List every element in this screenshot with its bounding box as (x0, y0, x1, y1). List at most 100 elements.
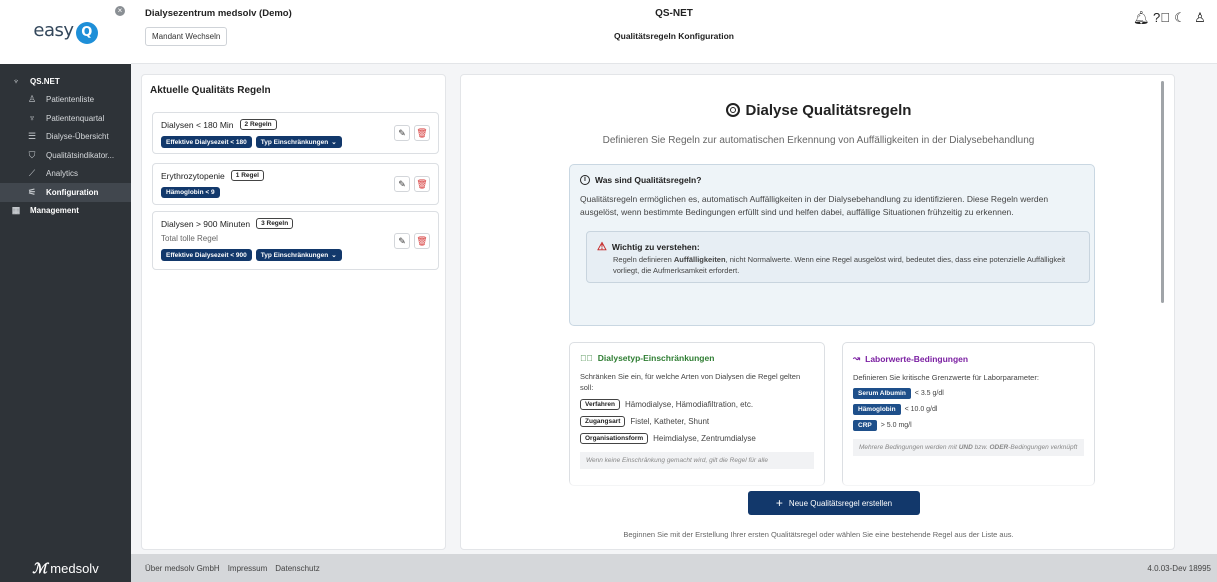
rules-title: Aktuelle Qualitäts Regeln (150, 85, 271, 96)
tenant-name: Dialysezentrum medsolv (Demo) (145, 8, 292, 19)
rule-card-3[interactable]: Dialysen > 900 Minuten 3 Regeln Total to… (152, 211, 439, 270)
edit-rule-button[interactable]: ✎ (394, 232, 410, 249)
rule-name-row: Dialysen > 900 Minuten 3 Regeln (161, 218, 430, 229)
rule-actions: ✎ 🗑︎ (394, 176, 430, 192)
medsolv-logo-icon: ℳ (32, 559, 48, 576)
footer-link-about[interactable]: Über medsolv GmbH (145, 564, 220, 573)
switch-tenant-button[interactable]: Mandant Wechseln (145, 27, 228, 46)
trend-icon: ↝ (853, 353, 861, 363)
chevron-down-icon: ⌄ (331, 252, 337, 259)
dialysis-type-heading: ✓⃝ Dialysetyp-Einschränkungen (580, 353, 715, 363)
sidebar-item-management[interactable]: ▦ Management (0, 202, 131, 221)
logo-area: easy Q × (0, 0, 131, 64)
rule-description: Total tolle Regel (161, 234, 218, 243)
sidebar-item-patientenquartal[interactable]: ♆ Patientenquartal (0, 109, 131, 128)
warning-icon: ⚠ (597, 241, 607, 253)
rule-card-1[interactable]: Dialysen < 180 Min 2 Regeln Effektive Di… (152, 112, 439, 154)
chevron-down-icon: ⌄ (331, 139, 337, 146)
hint-text: Beginnen Sie mit der Erstellung Ihrer er… (623, 530, 1014, 539)
main-panel: Dialyse Qualitätsregeln Definieren Sie R… (460, 74, 1175, 550)
info-text: Qualitätsregeln ermöglichen es, automati… (580, 194, 1049, 217)
footer-links: Über medsolv GmbH Impressum Datenschutz (145, 564, 320, 573)
lab-row: CRP > 5.0 mg/l (853, 420, 1084, 431)
delete-rule-button[interactable]: 🗑︎ (414, 176, 430, 192)
sidebar-item-qualitaetsindikator[interactable]: ⛉ Qualitätsindikator... (0, 146, 131, 165)
info-icon: i (580, 175, 590, 185)
list-icon: ☰ (27, 131, 37, 142)
sliders-icon: ⚟ (27, 186, 37, 197)
app-title: QS-NET (655, 8, 693, 19)
rule-actions: ✎ 🗑︎ (394, 125, 430, 141)
bell-icon[interactable]: 🔔︎ (1133, 10, 1150, 26)
lab-note: Mehrere Bedingungen werden mit UND bzw. … (853, 439, 1084, 456)
sidebar-item-analytics[interactable]: ⟋ Analytics (0, 165, 131, 184)
edit-rule-button[interactable]: ✎ (394, 176, 410, 192)
lab-values-heading: ↝ Laborwerte-Bedingungen (853, 353, 969, 364)
lab-values-description: Definieren Sie kritische Grenzwerte für … (853, 373, 1039, 382)
main-subtitle: Definieren Sie Regeln zur automatischen … (602, 135, 1035, 146)
lab-values-card: ↝ Laborwerte-Bedingungen Definieren Sie k… (842, 342, 1095, 486)
header: QS-NET Qualitätsregeln Konfiguration Dia… (131, 0, 1217, 64)
scroll-fade (461, 480, 1161, 488)
check-circle-icon: ✓⃝ (580, 353, 593, 363)
user-icon[interactable]: ♙ (1193, 10, 1207, 26)
main-title: Dialyse Qualitätsregeln (461, 102, 1174, 119)
chart-icon: ⟋ (28, 168, 36, 179)
header-icons: 🔔︎ ?⃝ ☾ ♙ (1133, 10, 1207, 26)
lab-row: Hämoglobin < 10.0 g/dl (853, 404, 1084, 415)
type-restrictions-chip[interactable]: Typ Einschränkungen ⌄ (255, 249, 342, 261)
type-restrictions-chip[interactable]: Typ Einschränkungen ⌄ (255, 136, 342, 148)
create-rule-button[interactable]: + Neue Qualitätsregel erstellen (748, 491, 920, 515)
sidebar-item-patientenliste[interactable]: ♙ Patientenliste (0, 91, 131, 110)
rules-panel: Aktuelle Qualitäts Regeln Dialysen < 180… (141, 74, 446, 550)
header-left: Dialysezentrum medsolv (Demo) Mandant We… (145, 8, 292, 46)
footer-link-datenschutz[interactable]: Datenschutz (275, 564, 319, 573)
delete-rule-button[interactable]: 🗑︎ (414, 125, 430, 141)
dialysis-type-description: Schränken Sie ein, für welche Arten von … (580, 372, 801, 392)
type-row: Verfahren Hämodialyse, Hämodiafiltration,… (580, 399, 814, 410)
rule-chips: Effektive Dialysezeit < 180 Typ Einschrä… (161, 136, 430, 148)
rule-chip: Hämoglobin < 9 (161, 187, 220, 198)
rule-name: Dialysen > 900 Minuten (161, 218, 251, 229)
type-row: Organisationsform Heimdialyse, Zentrumdia… (580, 433, 814, 444)
rule-chips: Effektive Dialysezeit < 900 Typ Einschrä… (161, 249, 430, 261)
building-icon: ▦ (11, 205, 21, 216)
sidebar-item-dialyse-uebersicht[interactable]: ☰ Dialyse-Übersicht (0, 128, 131, 147)
sidebar-item-konfiguration[interactable]: ⚟ Konfiguration (0, 183, 131, 202)
rule-chip: Effektive Dialysezeit < 180 (161, 136, 252, 148)
footer-brand: ℳmedsolv (0, 554, 131, 582)
qs-net-icon: ♆ (12, 76, 20, 87)
warning-heading: ⚠ Wichtig zu verstehen: (597, 241, 700, 253)
type-row: Zugangsart Fistel, Katheter, Shunt (580, 416, 814, 427)
rule-name-row: Dialysen < 180 Min 2 Regeln (161, 119, 430, 130)
dialysis-type-card: ✓⃝ Dialysetyp-Einschränkungen Schränken S… (569, 342, 825, 486)
delete-rule-button[interactable]: 🗑︎ (414, 232, 430, 249)
help-icon[interactable]: ?⃝ (1153, 10, 1170, 26)
shield-check-icon: ⛉ (28, 149, 36, 160)
header-center: QS-NET Qualitätsregeln Konfiguration (131, 8, 1217, 41)
rule-count-badge: 2 Regeln (239, 119, 277, 130)
sidebar-nav: ♆ QS.NET ♙ Patientenliste ♆ Patientenquarta… (0, 64, 131, 220)
plus-icon: + (775, 496, 783, 510)
rule-card-2[interactable]: Erythrozytopenie 1 Regel Hämoglobin < 9 … (152, 163, 439, 205)
warning-text: Regeln definieren Auffälligkeiten, nicht… (613, 255, 1066, 275)
rule-name: Erythrozytopenie (161, 170, 225, 181)
rule-actions: ✎ 🗑︎ (394, 232, 430, 249)
target-icon (725, 103, 740, 117)
rule-count-badge: 1 Regel (230, 170, 264, 181)
version-label: 4.0.03-Dev 18995 (1147, 564, 1211, 573)
rule-name-row: Erythrozytopenie 1 Regel (161, 170, 430, 181)
rule-chip: Effektive Dialysezeit < 900 (161, 249, 252, 261)
rule-count-badge: 3 Regeln (256, 218, 294, 229)
moon-icon[interactable]: ☾ (1173, 10, 1187, 26)
warning-box: ⚠ Wichtig zu verstehen: Regeln definieren… (586, 231, 1090, 283)
sidebar: easy Q × ♆ QS.NET ♙ Patientenliste ♆ Patient… (0, 0, 131, 554)
sidebar-item-qs-net[interactable]: ♆ QS.NET (0, 72, 131, 91)
edit-rule-button[interactable]: ✎ (394, 125, 410, 141)
patient-quarter-icon: ♆ (28, 113, 36, 124)
patient-icon: ♙ (27, 94, 37, 105)
footer-link-impressum[interactable]: Impressum (228, 564, 268, 573)
close-icon[interactable]: × (115, 6, 125, 16)
lab-row: Serum Albumin < 3.5 g/dl (853, 388, 1084, 399)
info-heading: i Was sind Qualitätsregeln? (580, 175, 1084, 185)
